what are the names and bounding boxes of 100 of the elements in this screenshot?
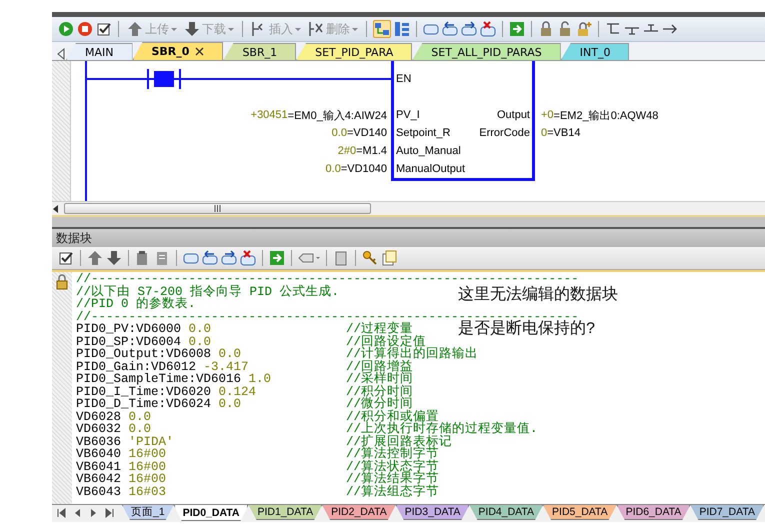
- checklist-icon[interactable]: [58, 250, 74, 266]
- play-icon[interactable]: [58, 21, 74, 37]
- documents-icon[interactable]: [381, 250, 397, 266]
- caret-icon: [228, 28, 234, 30]
- pin-address: =M1.4: [356, 145, 387, 157]
- initial-value: 'PIDA': [128, 436, 174, 448]
- symbol-address: PID0_PV:VD6000: [76, 323, 182, 336]
- key-icon[interactable]: [362, 250, 378, 266]
- cross-reference-icon[interactable]: [333, 250, 349, 266]
- up-arrow-icon: [127, 21, 143, 37]
- checklist-icon[interactable]: [96, 21, 112, 37]
- pin-label: ErrorCode: [479, 127, 530, 139]
- code-comment: //回路增益: [346, 360, 414, 373]
- sheet-tab[interactable]: PID5_DATA: [543, 505, 617, 520]
- symbol-address: VB6041: [76, 460, 122, 473]
- open-padlock-icon[interactable]: [557, 21, 573, 37]
- symbol-address: PID0_SP:VD6004: [76, 336, 182, 348]
- up-arrow-icon[interactable]: [87, 250, 103, 266]
- initial-value: 0.124: [218, 386, 256, 398]
- caret-icon: [171, 28, 177, 30]
- network-view-icon[interactable]: [373, 20, 391, 38]
- code-comment: //以下由 S7-200 指令向导 PID 公式生成.: [76, 286, 340, 298]
- code-comment: //过程变量: [346, 323, 414, 336]
- sheet-tab[interactable]: PID6_DATA: [616, 505, 690, 520]
- panel-title: 数据块: [56, 230, 92, 246]
- splitter-bar[interactable]: [52, 215, 765, 229]
- pin-address: =EM2_输出0:AQW48: [554, 108, 658, 122]
- symbol-address: PID0_I_Time:VD6020: [76, 386, 212, 398]
- pin-label: PV_I: [396, 109, 420, 121]
- initial-value: 0.0: [188, 323, 212, 336]
- caret-icon: [295, 28, 301, 30]
- code-comment: //积分和或偏置: [346, 410, 440, 423]
- pin-label: EN: [396, 73, 412, 85]
- pin-value: +30451: [250, 109, 288, 121]
- code-comment: //算法结果字节: [346, 473, 440, 486]
- contact-symbol: [147, 69, 181, 89]
- scroll-left-icon[interactable]: [56, 48, 66, 60]
- initial-value: 16#03: [128, 486, 166, 498]
- program-tab[interactable]: SBR_0: [132, 42, 224, 60]
- initial-value: 1.0: [248, 373, 272, 386]
- delete-block-icon[interactable]: [480, 21, 496, 37]
- initial-value: 0.0: [128, 423, 152, 436]
- program-tab[interactable]: SBR_1: [223, 43, 296, 60]
- left-arrow-block-icon[interactable]: [442, 21, 458, 37]
- code-comment: //上次执行时存储的过程变量值.: [346, 423, 538, 436]
- sheet-tab[interactable]: PID2_DATA: [322, 505, 396, 520]
- paste-icon[interactable]: [154, 250, 170, 266]
- sheet-tab[interactable]: PID4_DATA: [469, 505, 544, 520]
- first-page-icon[interactable]: [57, 508, 67, 518]
- pin-address: =VD140: [346, 127, 387, 139]
- sheet-tab[interactable]: PID0_DATA: [174, 505, 248, 521]
- down-arrow-icon[interactable]: [106, 250, 122, 266]
- code-comment: //-----------------------------------------------------------------: [76, 273, 579, 286]
- program-tab[interactable]: INT_0: [560, 43, 630, 60]
- pin-value: +0: [541, 109, 554, 121]
- code-comment: //PID 0 的参数表.: [76, 298, 196, 310]
- pin-value: 0: [541, 127, 548, 139]
- initial-value: 16#00: [128, 460, 166, 473]
- code-comment: //算法状态字节: [346, 460, 440, 473]
- pin-label: Auto_Manual: [396, 145, 461, 157]
- padlock-icon[interactable]: [538, 21, 554, 37]
- pin-label: Output: [496, 109, 530, 121]
- sheet-tab[interactable]: PID1_DATA: [248, 505, 322, 520]
- annotation-text: 是否是断电保持的?: [458, 320, 597, 338]
- scroll-left-icon[interactable]: [52, 204, 60, 212]
- symbol-address: VB6036: [76, 436, 122, 448]
- symbol-address: VD6032: [76, 423, 122, 436]
- right-arrow-block-icon[interactable]: [461, 21, 477, 37]
- pin-value: 0.0: [326, 163, 341, 175]
- padlock-plus-icon[interactable]: [576, 21, 592, 37]
- initial-value: 0.0: [218, 348, 242, 360]
- sheet-tab[interactable]: PID3_DATA: [396, 505, 470, 520]
- sheet-tab[interactable]: 页面_1: [122, 505, 174, 520]
- left-arrow-block-icon[interactable]: [202, 250, 218, 266]
- symbol-address: PID0_Gain:VD6012: [76, 360, 196, 373]
- initial-value: 0.0: [188, 336, 212, 348]
- delete-rung-icon: [308, 21, 324, 37]
- symbol-address: VB6043: [76, 486, 122, 498]
- last-page-icon[interactable]: [105, 508, 115, 518]
- close-icon[interactable]: [195, 47, 204, 56]
- program-tab[interactable]: SET_PID_PARA: [296, 43, 412, 60]
- pin-value: 2#0: [338, 145, 356, 157]
- initial-value: 16#00: [128, 473, 166, 486]
- grip-icon: [214, 205, 221, 212]
- code-comment: //算法组态字节: [346, 486, 440, 498]
- right-arrow-block-icon[interactable]: [221, 250, 237, 266]
- program-tab[interactable]: MAIN: [66, 43, 132, 60]
- initial-value: 16#00: [128, 448, 166, 460]
- stop-icon[interactable]: [77, 21, 93, 37]
- sheet-tab[interactable]: PID7_DATA: [690, 505, 764, 520]
- horizontal-scrollbar[interactable]: [52, 201, 765, 215]
- code-comment: //积分时间: [346, 386, 414, 398]
- delete-block-icon[interactable]: [240, 250, 256, 266]
- previous-page-icon[interactable]: [73, 508, 83, 518]
- network-list-icon[interactable]: [394, 21, 410, 37]
- pin-value: 0.0: [332, 127, 347, 139]
- pin-label: Setpoint_R: [396, 127, 450, 139]
- program-tab[interactable]: SET_ALL_PID_PARAS: [412, 43, 561, 60]
- initial-value: -3.417: [204, 360, 249, 373]
- initial-value: 0.0: [218, 398, 242, 410]
